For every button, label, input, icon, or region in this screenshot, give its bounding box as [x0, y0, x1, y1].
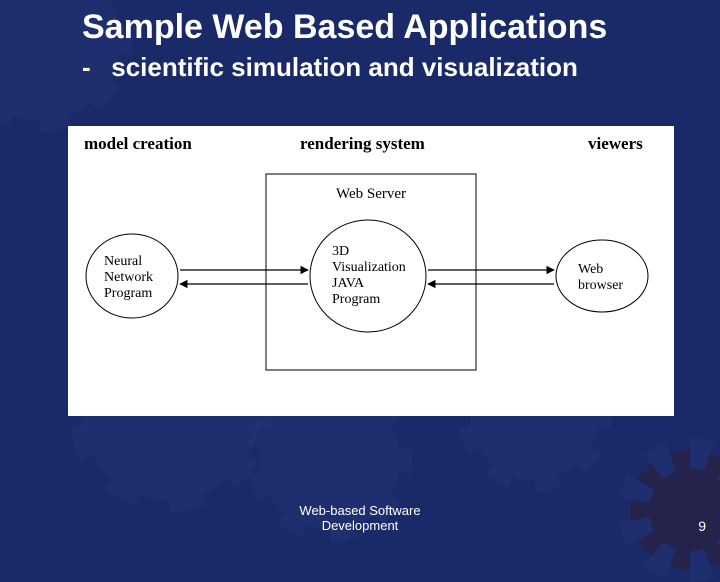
footer-line2: Development: [322, 518, 399, 533]
slide-footer: Web-based Software Development: [0, 503, 720, 534]
column-header-viewers: viewers: [588, 134, 643, 154]
neural-network-node: [86, 234, 178, 318]
web-server-label: Web Server: [336, 186, 406, 203]
web-browser-node: [556, 240, 648, 312]
slide-title: Sample Web Based Applications: [82, 8, 607, 47]
visualization-node: [310, 220, 426, 332]
bullet-dash: -: [82, 52, 104, 83]
footer-line1: Web-based Software: [299, 503, 420, 518]
slide-subtitle: scientific simulation and visualization: [111, 52, 578, 82]
page-number: 9: [698, 518, 706, 534]
column-header-model-creation: model creation: [84, 134, 192, 154]
column-header-rendering-system: rendering system: [300, 134, 425, 154]
diagram-svg: [68, 126, 674, 416]
web-server-container: [266, 174, 476, 370]
slide-subtitle-row: - scientific simulation and visualizatio…: [82, 52, 578, 83]
architecture-diagram: model creation rendering system viewers …: [68, 126, 674, 416]
